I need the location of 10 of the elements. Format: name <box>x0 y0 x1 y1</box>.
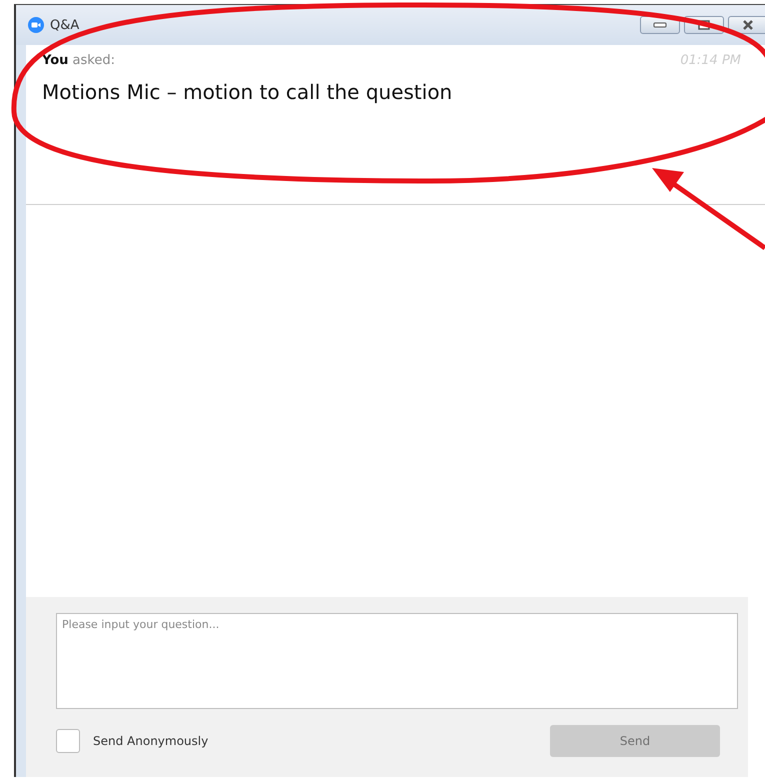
asker-label: You asked: <box>42 53 115 68</box>
question-text: Motions Mic – motion to call the question <box>42 80 454 104</box>
anonymous-checkbox[interactable] <box>56 729 80 753</box>
close-icon <box>742 20 754 30</box>
logo-icon <box>28 17 44 33</box>
window-title: Q&A <box>50 18 80 32</box>
close-button[interactable] <box>728 16 765 34</box>
anonymous-label: Send Anonymously <box>93 734 208 748</box>
minimize-icon <box>653 22 667 28</box>
question-input[interactable]: Please input your question... <box>56 613 738 709</box>
